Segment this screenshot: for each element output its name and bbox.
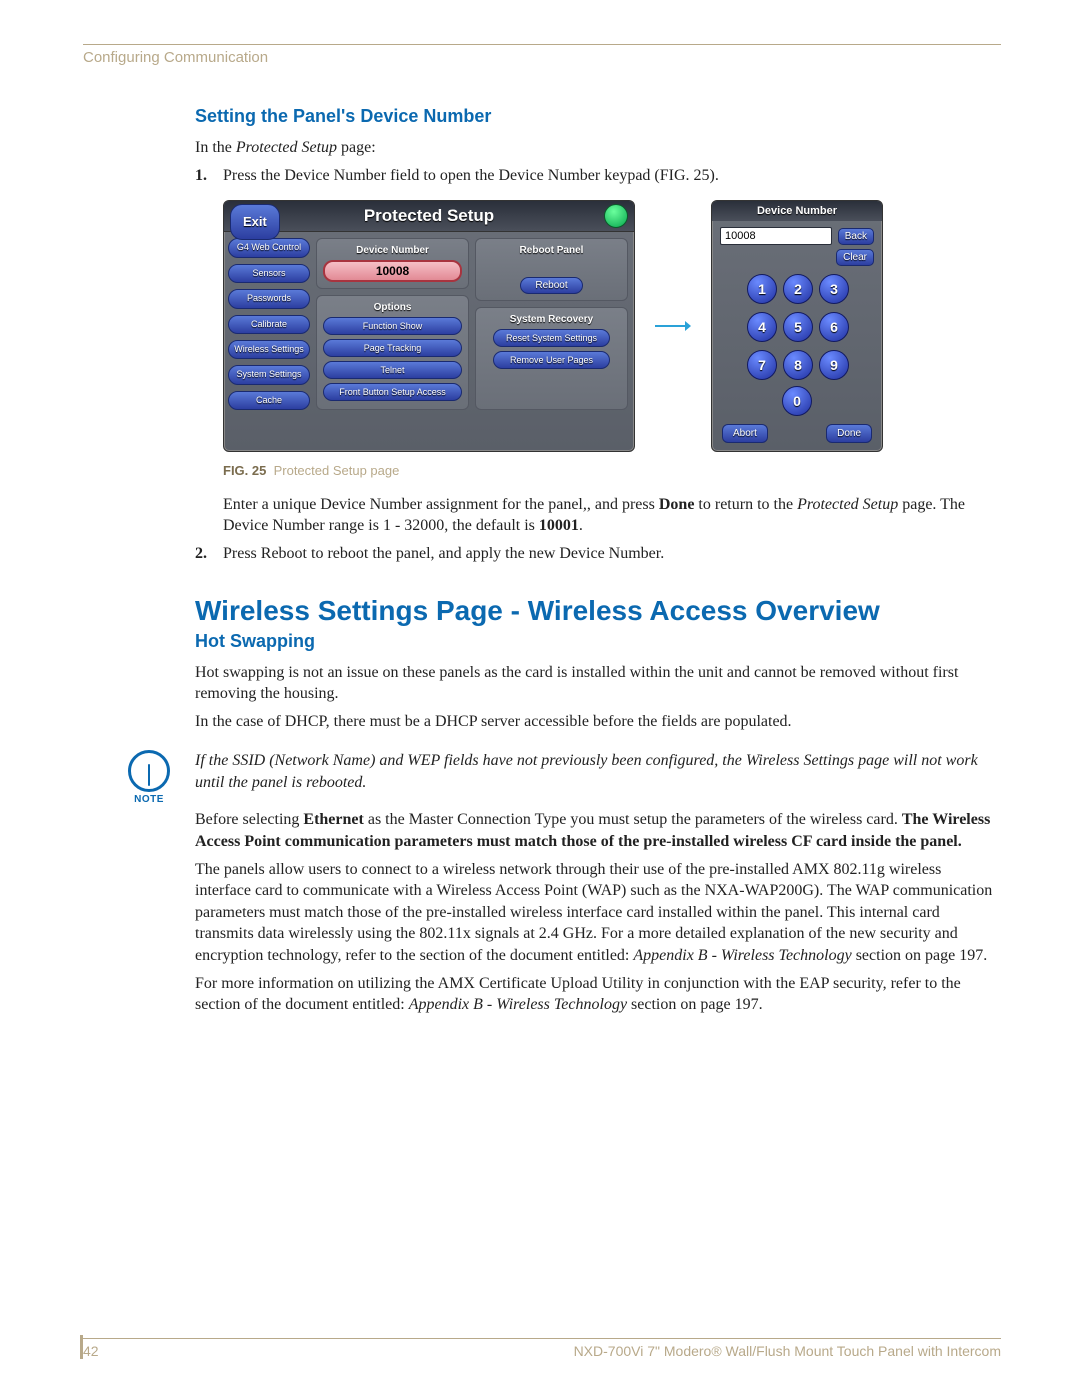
options-group: Options Function Show Page Tracking Teln… <box>316 295 469 410</box>
running-head: Configuring Communication <box>83 49 1001 66</box>
content-column: Setting the Panel's Device Number In the… <box>195 106 1001 1016</box>
product-name: NXD-700Vi 7" Modero® Wall/Flush Mount To… <box>574 1343 1001 1359</box>
wireless-p4: The panels allow users to connect to a w… <box>195 859 1001 967</box>
side-wireless[interactable]: Wireless Settings <box>228 340 310 359</box>
opt-front-button[interactable]: Front Button Setup Access <box>323 383 462 401</box>
device-number-keypad: Device Number 10008 Back Clear 1 2 3 <box>711 200 883 452</box>
heading-device-number: Setting the Panel's Device Number <box>195 106 1001 127</box>
wireless-p3: Before selecting Ethernet as the Master … <box>195 809 1001 852</box>
intro-line: In the Protected Setup page: <box>195 137 1001 159</box>
lock-icon[interactable] <box>604 204 628 228</box>
device-number-label: Device Number <box>323 245 462 256</box>
step-1-continued: Enter a unique Device Number assignment … <box>223 494 1001 537</box>
heading-hot-swapping: Hot Swapping <box>195 631 1001 652</box>
side-calibrate[interactable]: Calibrate <box>228 315 310 334</box>
note-label: NOTE <box>119 794 179 805</box>
hotswap-p1: Hot swapping is not an issue on these pa… <box>195 662 1001 705</box>
exit-button[interactable]: Exit <box>230 204 280 240</box>
protected-setup-panel: Exit Protected Setup G4 Web Control Sens… <box>223 200 635 452</box>
keypad-3[interactable]: 3 <box>819 274 849 304</box>
wireless-p5: For more information on utilizing the AM… <box>195 973 1001 1016</box>
reset-system-settings-button[interactable]: Reset System Settings <box>493 329 610 347</box>
ps-main-cols: Device Number 10008 Options Function Sho… <box>314 232 634 416</box>
page-footer: 42 NXD-700Vi 7" Modero® Wall/Flush Mount… <box>83 1338 1001 1359</box>
heading-wireless-overview: Wireless Settings Page - Wireless Access… <box>195 595 1001 627</box>
keypad-back-button[interactable]: Back <box>838 228 874 245</box>
figure-number: FIG. 25 <box>223 463 266 478</box>
keypad-zero-row: 0 <box>712 386 882 424</box>
recovery-group: System Recovery Reset System Settings Re… <box>475 307 628 410</box>
keypad-display[interactable]: 10008 <box>720 227 832 245</box>
step-2: Press Reboot to reboot the panel, and ap… <box>195 543 1001 565</box>
opt-function-show[interactable]: Function Show <box>323 317 462 335</box>
side-system[interactable]: System Settings <box>228 365 310 384</box>
keypad-0[interactable]: 0 <box>782 386 812 416</box>
keypad-6[interactable]: 6 <box>819 312 849 342</box>
note-block: NOTE If the SSID (Network Name) and WEP … <box>195 750 1001 793</box>
ps-sidebar: G4 Web Control Sensors Passwords Calibra… <box>224 232 314 416</box>
ps-col-left: Device Number 10008 Options Function Sho… <box>316 238 469 410</box>
reboot-button[interactable]: Reboot <box>520 277 582 294</box>
keypad-1[interactable]: 1 <box>747 274 777 304</box>
reboot-panel-label: Reboot Panel <box>482 245 621 256</box>
keypad-abort-button[interactable]: Abort <box>722 424 768 443</box>
hotswap-p2: In the case of DHCP, there must be a DHC… <box>195 711 1001 733</box>
keypad-clear-button[interactable]: Clear <box>836 249 874 266</box>
system-recovery-label: System Recovery <box>482 314 621 325</box>
device-number-group: Device Number 10008 <box>316 238 469 289</box>
note-text: If the SSID (Network Name) and WEP field… <box>195 750 1001 793</box>
ps-titlebar: Exit Protected Setup <box>224 201 634 232</box>
keypad-9[interactable]: 9 <box>819 350 849 380</box>
bulb-icon <box>128 750 170 792</box>
side-sensors[interactable]: Sensors <box>228 264 310 283</box>
setup-steps: Press the Device Number field to open th… <box>195 165 1001 565</box>
keypad-footer: Abort Done <box>712 424 882 443</box>
options-list: Function Show Page Tracking Telnet Front… <box>323 317 462 401</box>
options-label: Options <box>323 302 462 313</box>
step-1: Press the Device Number field to open th… <box>195 165 1001 537</box>
keypad-title: Device Number <box>712 201 882 221</box>
page-number: 42 <box>83 1343 99 1359</box>
callout-arrow-icon <box>655 200 691 452</box>
page-content: Configuring Communication Setting the Pa… <box>83 44 1001 1022</box>
keypad-clear-row: Clear <box>712 245 882 266</box>
figure-caption: FIG. 25 Protected Setup page <box>223 462 1001 480</box>
opt-telnet[interactable]: Telnet <box>323 361 462 379</box>
keypad-7[interactable]: 7 <box>747 350 777 380</box>
reboot-box: Reboot <box>482 260 621 294</box>
figure-25: Exit Protected Setup G4 Web Control Sens… <box>223 200 1001 452</box>
note-icon: NOTE <box>119 750 179 805</box>
top-rule <box>83 44 1001 45</box>
figure-caption-text: Protected Setup page <box>274 463 400 478</box>
keypad-2[interactable]: 2 <box>783 274 813 304</box>
remove-user-pages-button[interactable]: Remove User Pages <box>493 351 610 369</box>
device-number-field[interactable]: 10008 <box>323 260 462 282</box>
keypad-display-row: 10008 Back <box>712 221 882 245</box>
keypad-done-button[interactable]: Done <box>826 424 872 443</box>
keypad-5[interactable]: 5 <box>783 312 813 342</box>
reboot-group: Reboot Panel Reboot <box>475 238 628 301</box>
keypad-4[interactable]: 4 <box>747 312 777 342</box>
keypad-8[interactable]: 8 <box>783 350 813 380</box>
side-cache[interactable]: Cache <box>228 391 310 410</box>
ps-body: G4 Web Control Sensors Passwords Calibra… <box>224 232 634 416</box>
ps-title: Protected Setup <box>364 206 494 225</box>
keypad-grid: 1 2 3 4 5 6 7 8 9 <box>712 266 882 386</box>
ps-col-right: Reboot Panel Reboot System Recovery <box>475 238 628 410</box>
recovery-buttons: Reset System Settings Remove User Pages <box>482 329 621 369</box>
side-passwords[interactable]: Passwords <box>228 289 310 308</box>
opt-page-tracking[interactable]: Page Tracking <box>323 339 462 357</box>
side-g4web[interactable]: G4 Web Control <box>228 238 310 257</box>
